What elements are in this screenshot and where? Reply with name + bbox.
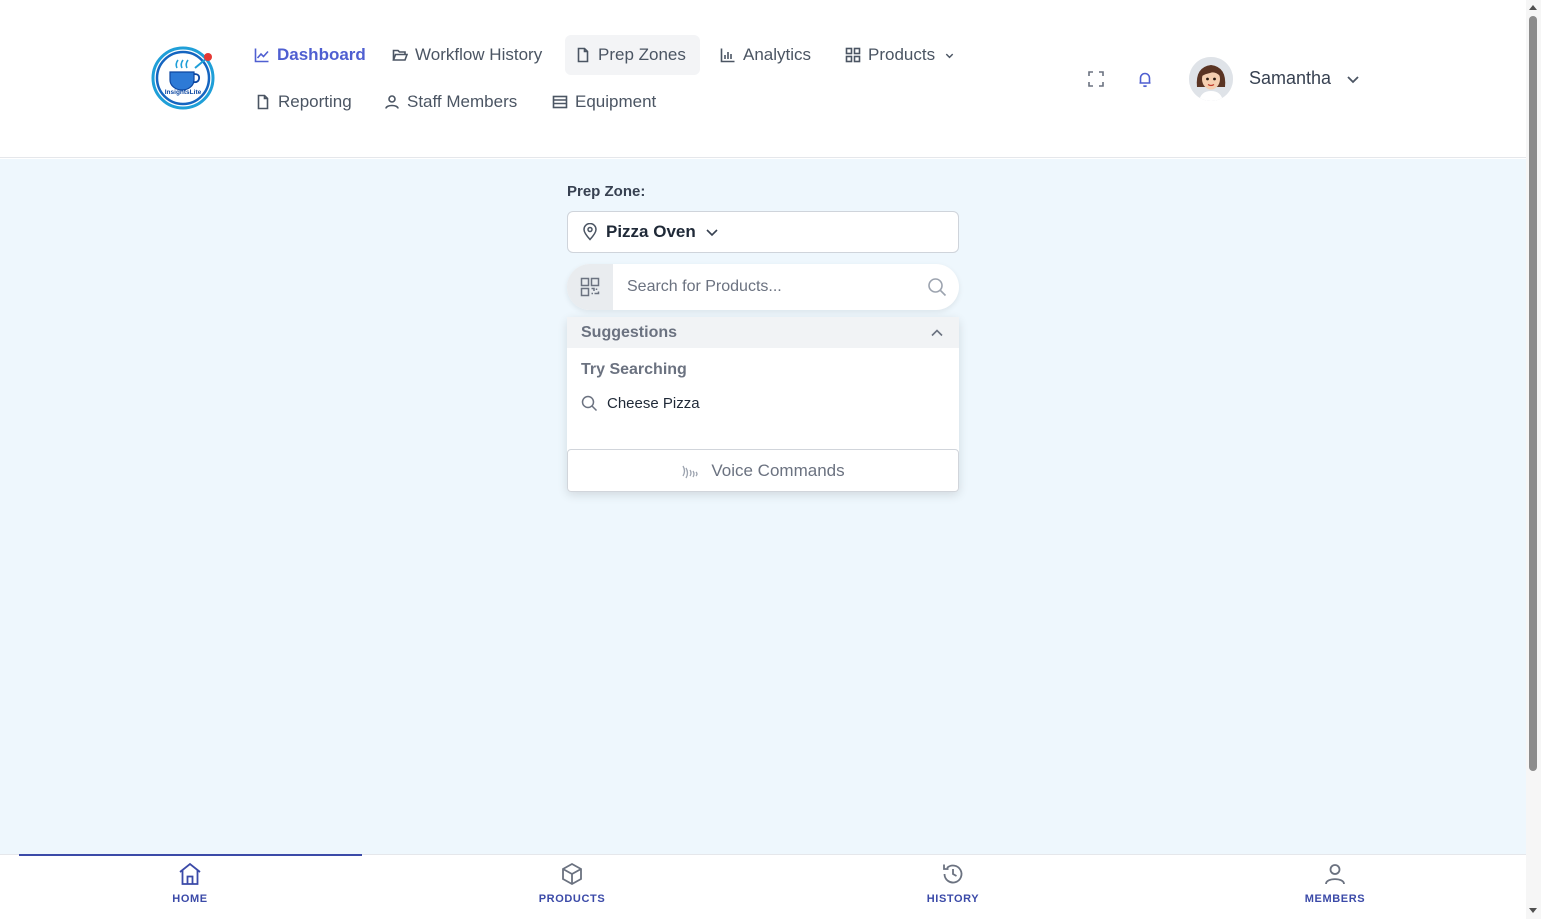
search-input[interactable] — [613, 264, 915, 310]
bottom-nav-members-label: MEMBERS — [1304, 893, 1366, 905]
nav-analytics-label: Analytics — [743, 45, 812, 64]
page-scrollbar[interactable] — [1526, 0, 1541, 919]
fullscreen-button[interactable] — [1083, 66, 1109, 92]
nav-staff-members-label: Staff Members — [407, 92, 518, 111]
logo-icon: InsightsLite — [151, 46, 215, 110]
nav-staff-members[interactable]: Staff Members — [374, 82, 527, 122]
avatar[interactable] — [1189, 57, 1233, 101]
suggestions-title: Suggestions — [581, 323, 678, 341]
search-icon — [581, 395, 598, 412]
logo[interactable]: InsightsLite — [151, 46, 215, 110]
nav-equipment[interactable]: Equipment — [542, 82, 666, 122]
nav-products-label: Products — [868, 45, 936, 64]
fullscreen-icon — [1088, 71, 1104, 87]
nav-products[interactable]: Products — [835, 35, 965, 75]
user-icon — [1325, 864, 1345, 885]
top-header: InsightsLite Dashboard Workflow History … — [0, 0, 1526, 158]
try-searching-label: Try Searching — [581, 361, 687, 378]
nav-reporting[interactable]: Reporting — [245, 82, 362, 122]
history-icon — [943, 864, 963, 884]
box-icon — [562, 862, 582, 886]
nav-equipment-label: Equipment — [575, 92, 657, 111]
voice-commands-label: Voice Commands — [711, 460, 845, 480]
search-icon — [928, 278, 947, 297]
location-pin-icon — [583, 223, 597, 241]
document-icon — [577, 47, 589, 63]
product-search-bar — [567, 264, 959, 310]
nav-prep-zones-label: Prep Zones — [598, 45, 686, 64]
nav-prep-zones[interactable]: Prep Zones — [565, 35, 700, 75]
scroll-down-arrow[interactable] — [1529, 908, 1537, 913]
suggestion-item-label: Cheese Pizza — [607, 395, 700, 412]
bottom-nav-products-label: PRODUCTS — [538, 893, 606, 905]
nav-workflow-history[interactable]: Workflow History — [382, 35, 552, 75]
prep-zone-select[interactable]: Pizza Oven — [567, 211, 959, 253]
bottom-nav-home[interactable]: HOME — [130, 861, 250, 905]
bottom-nav-products[interactable]: PRODUCTS — [512, 861, 632, 905]
prep-zone-label: Prep Zone: — [567, 183, 646, 200]
trend-chart-icon — [254, 48, 269, 63]
bottom-nav: HOME PRODUCTS HISTORY MEMBERS — [0, 854, 1526, 919]
active-tab-indicator — [19, 854, 362, 856]
bar-chart-icon — [720, 48, 735, 63]
chevron-up-icon — [931, 328, 943, 336]
person-icon — [385, 95, 399, 109]
document-icon — [257, 94, 269, 110]
nav-reporting-label: Reporting — [278, 92, 352, 111]
qr-code-icon — [580, 277, 600, 297]
scroll-up-arrow[interactable] — [1529, 5, 1537, 10]
grid-icon — [845, 47, 861, 63]
suggestion-item[interactable]: Cheese Pizza — [581, 395, 700, 412]
qr-scan-button[interactable] — [567, 264, 613, 310]
nav-workflow-history-label: Workflow History — [415, 45, 543, 64]
chevron-down-icon — [706, 229, 718, 237]
bottom-nav-home-label: HOME — [172, 893, 208, 905]
bottom-nav-history[interactable]: HISTORY — [893, 861, 1013, 905]
voice-wave-icon — [682, 465, 699, 478]
main-content: Prep Zone: Pizza Oven Suggestions Try Se… — [0, 159, 1526, 854]
notifications-button[interactable] — [1132, 66, 1158, 92]
suggestions-header[interactable]: Suggestions — [567, 317, 959, 348]
bottom-nav-members[interactable]: MEMBERS — [1275, 861, 1395, 905]
bottom-nav-history-label: HISTORY — [926, 893, 980, 905]
nav-dashboard[interactable]: Dashboard — [244, 35, 376, 75]
folder-open-icon — [392, 49, 408, 61]
scrollbar-thumb[interactable] — [1529, 16, 1537, 771]
search-button[interactable] — [915, 277, 959, 297]
nav-dashboard-label: Dashboard — [277, 45, 366, 64]
svg-text:InsightsLite: InsightsLite — [165, 89, 202, 96]
prep-zone-value: Pizza Oven — [606, 222, 696, 241]
avatar-image — [1189, 57, 1233, 101]
voice-commands-button[interactable]: Voice Commands — [567, 449, 959, 492]
suggestions-panel: Suggestions Try Searching Cheese Pizza V… — [567, 317, 959, 492]
chevron-down-icon[interactable] — [1344, 70, 1362, 88]
user-name[interactable]: Samantha — [1249, 68, 1331, 89]
home-icon — [179, 862, 201, 885]
list-box-icon — [552, 95, 568, 109]
bell-icon — [1139, 72, 1151, 88]
nav-analytics[interactable]: Analytics — [710, 35, 821, 75]
chevron-down-icon — [945, 53, 954, 58]
